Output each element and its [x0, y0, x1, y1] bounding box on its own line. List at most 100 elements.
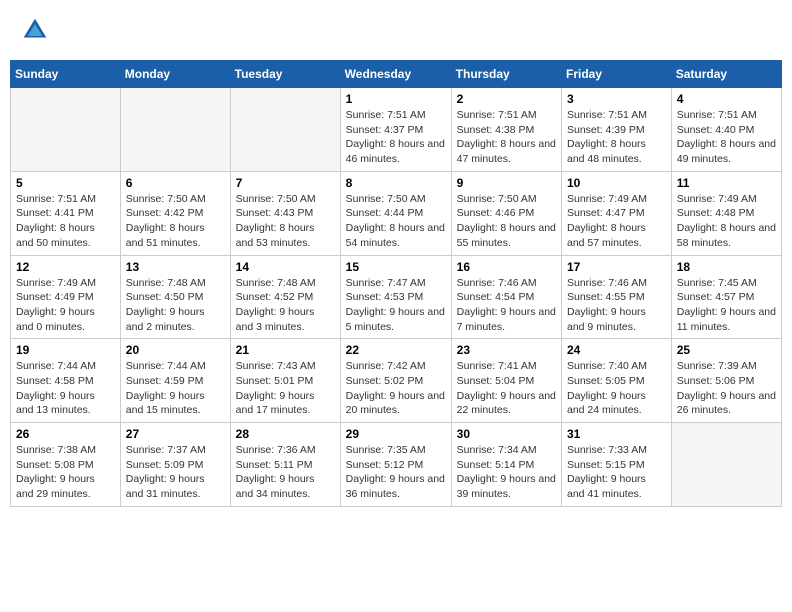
calendar-cell: 28Sunrise: 7:36 AM Sunset: 5:11 PM Dayli… — [230, 423, 340, 507]
calendar-week-4: 19 Sunrise: 7:44 AM Sunset: 4:58 PM Dayli… — [11, 339, 782, 423]
weekday-header-wednesday: Wednesday — [340, 61, 451, 88]
calendar-cell: 20Sunrise: 7:44 AM Sunset: 4:59 PM Dayli… — [120, 339, 230, 423]
calendar-cell: 30 Sunrise: 7:34 AM Sunset: 5:14 PM Dayli… — [451, 423, 561, 507]
weekday-header-sunday: Sunday — [11, 61, 121, 88]
calendar-cell: 18 Sunrise: 7:45 AM Sunset: 4:57 PM Dayli… — [671, 255, 781, 339]
day-number: 18 — [677, 260, 776, 274]
calendar-cell: 23 Sunrise: 7:41 AM Sunset: 5:04 PM Dayli… — [451, 339, 561, 423]
day-info: Sunrise: 7:42 AM Sunset: 5:02 PM Dayligh… — [346, 359, 446, 418]
calendar-cell: 10 Sunrise: 7:49 AM Sunset: 4:47 PM Dayli… — [562, 171, 672, 255]
day-info: Sunrise: 7:47 AM Sunset: 4:53 PM Dayligh… — [346, 276, 446, 335]
calendar-cell: 26Sunrise: 7:38 AM Sunset: 5:08 PM Dayli… — [11, 423, 121, 507]
weekday-header-tuesday: Tuesday — [230, 61, 340, 88]
day-info: Sunrise: 7:39 AM Sunset: 5:06 PM Dayligh… — [677, 359, 776, 418]
calendar-cell — [120, 88, 230, 172]
day-number: 10 — [567, 176, 666, 190]
day-info: Sunrise: 7:43 AM Sunset: 5:01 PM Dayligh… — [236, 359, 335, 418]
day-info: Sunrise: 7:44 AM Sunset: 4:58 PM Dayligh… — [16, 359, 115, 418]
day-info: Sunrise: 7:41 AM Sunset: 5:04 PM Dayligh… — [457, 359, 556, 418]
day-number: 1 — [346, 92, 446, 106]
calendar-cell: 2 Sunrise: 7:51 AM Sunset: 4:38 PM Daylig… — [451, 88, 561, 172]
calendar-cell: 3 Sunrise: 7:51 AM Sunset: 4:39 PM Daylig… — [562, 88, 672, 172]
day-number: 14 — [236, 260, 335, 274]
day-info: Sunrise: 7:38 AM Sunset: 5:08 PM Dayligh… — [16, 443, 115, 502]
day-info: Sunrise: 7:35 AM Sunset: 5:12 PM Dayligh… — [346, 443, 446, 502]
calendar-cell: 1 Sunrise: 7:51 AM Sunset: 4:37 PM Daylig… — [340, 88, 451, 172]
calendar-week-1: 1 Sunrise: 7:51 AM Sunset: 4:37 PM Daylig… — [11, 88, 782, 172]
day-info: Sunrise: 7:50 AM Sunset: 4:43 PM Dayligh… — [236, 192, 335, 251]
calendar-cell: 22Sunrise: 7:42 AM Sunset: 5:02 PM Dayli… — [340, 339, 451, 423]
calendar-cell — [230, 88, 340, 172]
day-number: 19 — [16, 343, 115, 357]
day-info: Sunrise: 7:51 AM Sunset: 4:37 PM Dayligh… — [346, 108, 446, 167]
day-info: Sunrise: 7:50 AM Sunset: 4:42 PM Dayligh… — [126, 192, 225, 251]
calendar-week-5: 26Sunrise: 7:38 AM Sunset: 5:08 PM Dayli… — [11, 423, 782, 507]
logo-icon — [20, 15, 50, 45]
day-number: 8 — [346, 176, 446, 190]
calendar-cell: 19 Sunrise: 7:44 AM Sunset: 4:58 PM Dayli… — [11, 339, 121, 423]
day-number: 21 — [236, 343, 335, 357]
day-info: Sunrise: 7:49 AM Sunset: 4:49 PM Dayligh… — [16, 276, 115, 335]
calendar-cell: 11Sunrise: 7:49 AM Sunset: 4:48 PM Dayli… — [671, 171, 781, 255]
day-number: 30 — [457, 427, 556, 441]
day-info: Sunrise: 7:51 AM Sunset: 4:40 PM Dayligh… — [677, 108, 776, 167]
day-number: 3 — [567, 92, 666, 106]
day-number: 23 — [457, 343, 556, 357]
day-info: Sunrise: 7:46 AM Sunset: 4:55 PM Dayligh… — [567, 276, 666, 335]
calendar-cell: 27 Sunrise: 7:37 AM Sunset: 5:09 PM Dayli… — [120, 423, 230, 507]
calendar-cell: 29 Sunrise: 7:35 AM Sunset: 5:12 PM Dayli… — [340, 423, 451, 507]
day-number: 13 — [126, 260, 225, 274]
day-info: Sunrise: 7:44 AM Sunset: 4:59 PM Dayligh… — [126, 359, 225, 418]
day-number: 12 — [16, 260, 115, 274]
day-number: 16 — [457, 260, 556, 274]
day-number: 27 — [126, 427, 225, 441]
weekday-header-row: SundayMondayTuesdayWednesdayThursdayFrid… — [11, 61, 782, 88]
calendar-cell: 16 Sunrise: 7:46 AM Sunset: 4:54 PM Dayli… — [451, 255, 561, 339]
day-info: Sunrise: 7:51 AM Sunset: 4:41 PM Dayligh… — [16, 192, 115, 251]
day-info: Sunrise: 7:51 AM Sunset: 4:38 PM Dayligh… — [457, 108, 556, 167]
day-number: 6 — [126, 176, 225, 190]
calendar-cell: 31 Sunrise: 7:33 AM Sunset: 5:15 PM Dayli… — [562, 423, 672, 507]
calendar-cell: 24 Sunrise: 7:40 AM Sunset: 5:05 PM Dayli… — [562, 339, 672, 423]
day-info: Sunrise: 7:40 AM Sunset: 5:05 PM Dayligh… — [567, 359, 666, 418]
day-info: Sunrise: 7:49 AM Sunset: 4:48 PM Dayligh… — [677, 192, 776, 251]
day-info: Sunrise: 7:49 AM Sunset: 4:47 PM Dayligh… — [567, 192, 666, 251]
day-info: Sunrise: 7:34 AM Sunset: 5:14 PM Dayligh… — [457, 443, 556, 502]
day-info: Sunrise: 7:50 AM Sunset: 4:46 PM Dayligh… — [457, 192, 556, 251]
weekday-header-friday: Friday — [562, 61, 672, 88]
calendar-cell: 13 Sunrise: 7:48 AM Sunset: 4:50 PM Dayli… — [120, 255, 230, 339]
day-number: 7 — [236, 176, 335, 190]
day-number: 24 — [567, 343, 666, 357]
calendar-cell: 5 Sunrise: 7:51 AM Sunset: 4:41 PM Daylig… — [11, 171, 121, 255]
page-header — [10, 10, 782, 50]
calendar-cell: 9Sunrise: 7:50 AM Sunset: 4:46 PM Daylig… — [451, 171, 561, 255]
day-number: 5 — [16, 176, 115, 190]
calendar-cell — [671, 423, 781, 507]
day-info: Sunrise: 7:51 AM Sunset: 4:39 PM Dayligh… — [567, 108, 666, 167]
calendar-cell: 14Sunrise: 7:48 AM Sunset: 4:52 PM Dayli… — [230, 255, 340, 339]
day-number: 15 — [346, 260, 446, 274]
day-info: Sunrise: 7:50 AM Sunset: 4:44 PM Dayligh… — [346, 192, 446, 251]
day-number: 28 — [236, 427, 335, 441]
calendar-cell: 12 Sunrise: 7:49 AM Sunset: 4:49 PM Dayli… — [11, 255, 121, 339]
calendar-cell: 21 Sunrise: 7:43 AM Sunset: 5:01 PM Dayli… — [230, 339, 340, 423]
weekday-header-thursday: Thursday — [451, 61, 561, 88]
day-info: Sunrise: 7:37 AM Sunset: 5:09 PM Dayligh… — [126, 443, 225, 502]
day-number: 4 — [677, 92, 776, 106]
calendar-cell — [11, 88, 121, 172]
calendar-cell: 8 Sunrise: 7:50 AM Sunset: 4:44 PM Daylig… — [340, 171, 451, 255]
day-info: Sunrise: 7:45 AM Sunset: 4:57 PM Dayligh… — [677, 276, 776, 335]
day-number: 25 — [677, 343, 776, 357]
day-info: Sunrise: 7:48 AM Sunset: 4:50 PM Dayligh… — [126, 276, 225, 335]
day-number: 2 — [457, 92, 556, 106]
day-info: Sunrise: 7:46 AM Sunset: 4:54 PM Dayligh… — [457, 276, 556, 335]
day-info: Sunrise: 7:33 AM Sunset: 5:15 PM Dayligh… — [567, 443, 666, 502]
day-number: 29 — [346, 427, 446, 441]
calendar-cell: 17 Sunrise: 7:46 AM Sunset: 4:55 PM Dayli… — [562, 255, 672, 339]
logo — [20, 15, 54, 45]
calendar-cell: 7 Sunrise: 7:50 AM Sunset: 4:43 PM Daylig… — [230, 171, 340, 255]
day-number: 17 — [567, 260, 666, 274]
calendar-table: SundayMondayTuesdayWednesdayThursdayFrid… — [10, 60, 782, 507]
weekday-header-monday: Monday — [120, 61, 230, 88]
day-number: 31 — [567, 427, 666, 441]
